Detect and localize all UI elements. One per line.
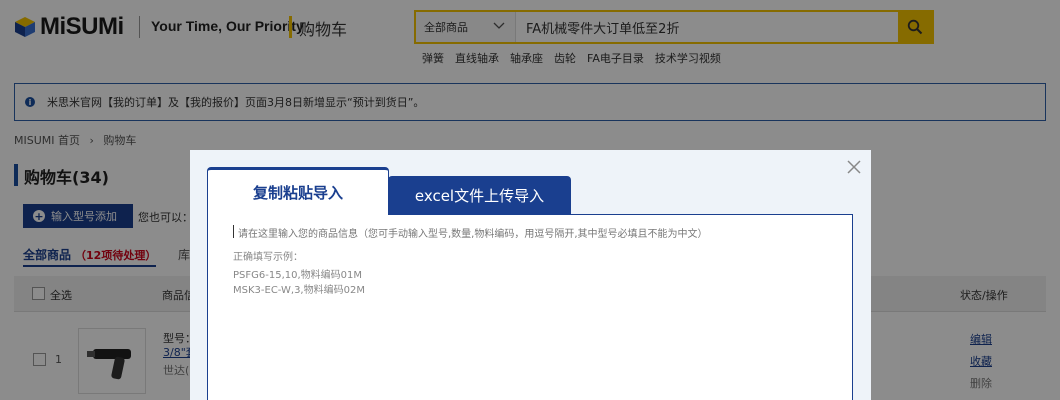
tab-paste-import[interactable]: 复制粘贴导入 (207, 167, 389, 215)
tab-excel-import[interactable]: excel文件上传导入 (388, 176, 571, 214)
textarea-placeholder: 请在这里输入您的商品信息（您可手动输入型号,数量,物料编码，用逗号隔开,其中型号… (238, 229, 708, 240)
text-caret (233, 225, 234, 238)
import-modal: 复制粘贴导入 excel文件上传导入 请在这里输入您的商品信息（您可手动输入型号… (190, 150, 871, 400)
example-line: MSK3-EC-W,3,物料编码02M (233, 285, 365, 296)
close-icon[interactable] (845, 158, 863, 176)
paste-textarea[interactable]: 请在这里输入您的商品信息（您可手动输入型号,数量,物料编码，用逗号隔开,其中型号… (207, 214, 853, 400)
example-line: PSFG6-15,10,物料编码01M (233, 270, 363, 281)
example-label: 正确填写示例： (233, 252, 303, 263)
